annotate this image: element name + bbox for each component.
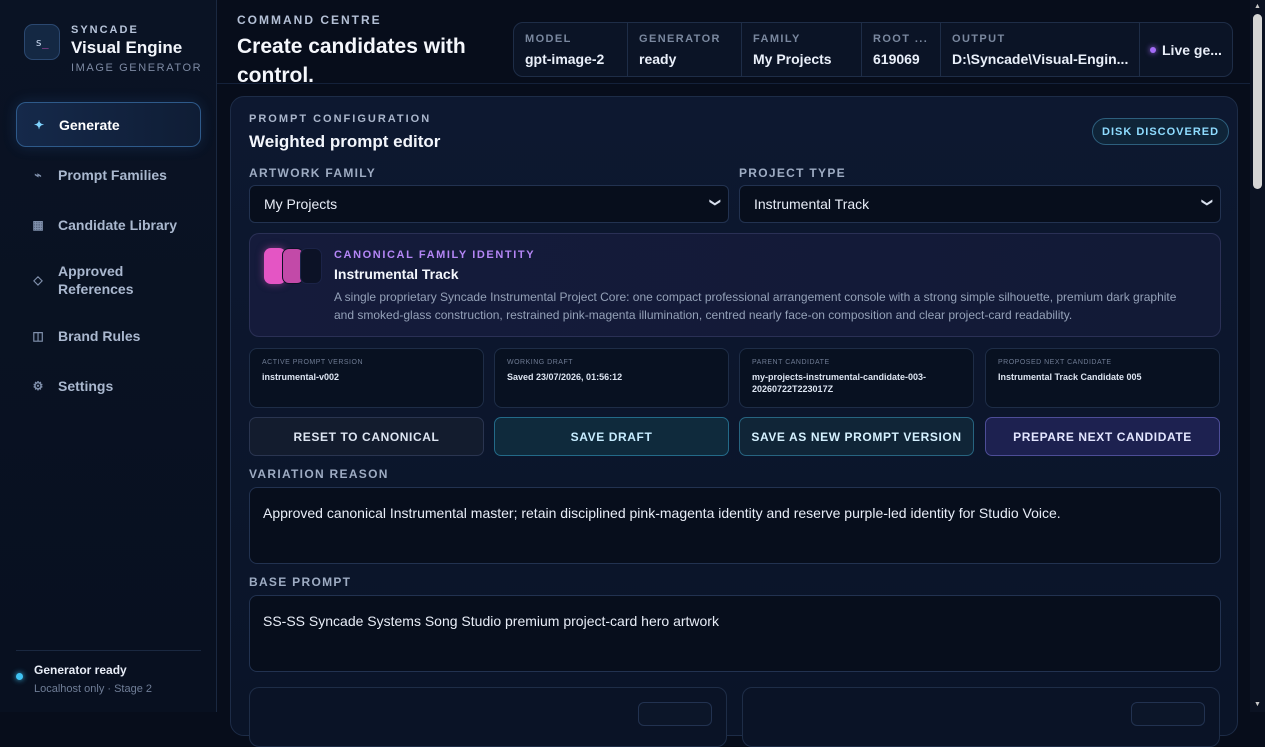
sparkle-icon: ✦ xyxy=(33,117,45,132)
section-pill[interactable] xyxy=(1131,702,1205,726)
page-title: Create candidates with control. xyxy=(237,35,466,87)
weighted-section-card xyxy=(249,687,727,747)
stat-family: FAMILY My Projects xyxy=(742,23,862,76)
sidebar-item-label: Candidate Library xyxy=(58,216,178,233)
base-prompt-textarea[interactable]: SS-SS Syncade Systems Song Studio premiu… xyxy=(249,595,1221,672)
main-area: COMMAND CENTRE Create candidates with co… xyxy=(217,0,1265,747)
variation-reason-textarea[interactable]: Approved canonical Instrumental master; … xyxy=(249,487,1221,564)
sidebar-item-prompt-families[interactable]: ⌁ Prompt Families xyxy=(16,152,201,197)
weighted-section-card xyxy=(742,687,1220,747)
sidebar-item-label: Settings xyxy=(58,377,114,394)
variation-reason-label: VARIATION REASON xyxy=(249,467,389,481)
status-strip: MODEL gpt-image-2 GENERATOR ready FAMILY My… xyxy=(513,22,1233,77)
identity-description: A single proprietary Syncade Instrumenta… xyxy=(334,290,1177,322)
project-type-label: PROJECT TYPE xyxy=(739,166,846,180)
sidebar-item-approved-references[interactable]: ◇ Approved References xyxy=(16,252,201,308)
grid-icon: ▦ xyxy=(32,217,44,232)
scroll-down-icon[interactable]: ▼ xyxy=(1253,701,1262,708)
sidebar: s _ SYNCADE Visual Engine IMAGE GENERATOR… xyxy=(0,0,217,712)
sidebar-item-label: Prompt Families xyxy=(58,166,167,183)
gear-icon: ⚙ xyxy=(32,378,44,393)
stat-output: OUTPUT D:\Syncade\Visual-Engin... xyxy=(941,23,1140,76)
stat-root: ROOT ... 619069 xyxy=(862,23,941,76)
prompt-configuration-panel: PROMPT CONFIGURATION Weighted prompt edi… xyxy=(230,96,1238,747)
base-prompt-label: BASE PROMPT xyxy=(249,575,352,589)
stat-model: MODEL gpt-image-2 xyxy=(514,23,628,76)
header-kicker: COMMAND CENTRE xyxy=(237,13,382,27)
sidebar-item-label: Approved References xyxy=(58,263,134,297)
scroll-up-icon[interactable]: ▲ xyxy=(1253,3,1262,10)
scrollbar-thumb[interactable] xyxy=(1253,14,1262,189)
identity-title: Instrumental Track xyxy=(334,266,459,282)
active-prompt-version-card: ACTIVE PROMPT VERSION instrumental-v002 xyxy=(249,348,484,408)
chevron-down-icon: ❯ xyxy=(1200,197,1213,208)
save-draft-button[interactable]: SAVE DRAFT xyxy=(494,417,729,456)
working-draft-card: WORKING DRAFT Saved 23/07/2026, 01:56:12 xyxy=(494,348,729,408)
generator-status: Generator ready Localhost only · Stage 2 xyxy=(16,650,201,695)
prepare-next-candidate-button[interactable]: PREPARE NEXT CANDIDATE xyxy=(985,417,1220,456)
brand-subtitle: IMAGE GENERATOR xyxy=(71,62,203,74)
canonical-family-identity-card: CANONICAL FAMILY IDENTITY Instrumental T… xyxy=(249,233,1221,337)
brand-kicker: SYNCADE xyxy=(71,24,139,36)
project-type-select[interactable]: Instrumental Track ❯ xyxy=(739,185,1221,223)
panel-kicker: PROMPT CONFIGURATION xyxy=(249,113,432,125)
disk-status-badge: DISK DISCOVERED xyxy=(1092,118,1230,145)
status-title: Generator ready xyxy=(34,663,127,677)
sidebar-item-generate[interactable]: ✦ Generate xyxy=(16,102,201,147)
save-as-new-prompt-version-button[interactable]: SAVE AS NEW PROMPT VERSION xyxy=(739,417,974,456)
sidebar-item-candidate-library[interactable]: ▦ Candidate Library xyxy=(16,202,201,247)
identity-kicker: CANONICAL FAMILY IDENTITY xyxy=(334,249,536,261)
diamond-icon: ◇ xyxy=(33,273,43,287)
artwork-family-label: ARTWORK FAMILY xyxy=(249,166,377,180)
status-dot-icon xyxy=(16,673,23,680)
logo-icon: s _ xyxy=(24,24,60,60)
sidebar-nav: ✦ Generate ⌁ Prompt Families ▦ Candidate… xyxy=(16,102,201,413)
stat-generator: GENERATOR ready xyxy=(628,23,742,76)
book-icon: ◫ xyxy=(32,328,44,343)
reset-to-canonical-button[interactable]: RESET TO CANONICAL xyxy=(249,417,484,456)
proposed-next-candidate-card: PROPOSED NEXT CANDIDATE Instrumental Trac… xyxy=(985,348,1220,408)
brand-name: Visual Engine xyxy=(71,38,183,57)
live-generation-indicator[interactable]: Live ge... xyxy=(1140,23,1232,76)
header-divider xyxy=(217,83,1265,84)
sidebar-item-label: Brand Rules xyxy=(58,327,141,344)
panel-title: Weighted prompt editor xyxy=(249,132,441,151)
sidebar-item-brand-rules[interactable]: ◫ Brand Rules xyxy=(16,313,201,358)
trend-icon: ⌁ xyxy=(34,167,42,182)
section-pill[interactable] xyxy=(638,702,712,726)
chevron-down-icon: ❯ xyxy=(708,197,721,208)
sidebar-item-settings[interactable]: ⚙ Settings xyxy=(16,363,201,408)
artwork-family-select[interactable]: My Projects ❯ xyxy=(249,185,729,223)
brand[interactable]: s _ SYNCADE Visual Engine IMAGE GENERATOR xyxy=(24,24,202,74)
status-subtitle: Localhost only · Stage 2 xyxy=(34,683,153,695)
sidebar-item-label: Generate xyxy=(59,116,120,133)
live-dot-icon xyxy=(1150,46,1156,53)
parent-candidate-card: PARENT CANDIDATE my-projects-instrumental… xyxy=(739,348,974,408)
palette-swatch-icon xyxy=(264,248,322,284)
